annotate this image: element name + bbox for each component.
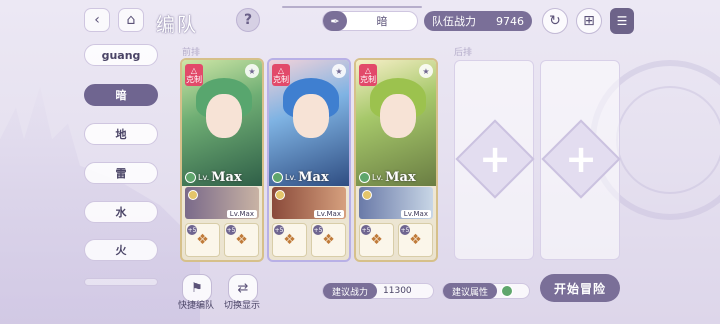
element-item-dark[interactable]: 暗	[84, 84, 158, 106]
element-item-fire[interactable]: 火	[84, 239, 158, 261]
recommended-power: 建议战力 11300	[322, 283, 434, 299]
counter-tag: △ 克制	[272, 64, 290, 86]
counter-tag: △ 克制	[359, 64, 377, 86]
element-item-thunder[interactable]: 雷	[84, 162, 158, 184]
element-item-earth[interactable]: 地	[84, 123, 158, 145]
element-item-guang[interactable]: guang	[84, 44, 158, 66]
memory-card[interactable]: Lv.Max	[272, 187, 346, 219]
chip-slot[interactable]: +5 ❖	[185, 223, 220, 257]
character-card[interactable]: △ 克制 ★ Lv. Max Lv.Max +5 ❖ +5 ❖	[180, 58, 264, 262]
back-arrow-icon: ‹	[94, 12, 100, 28]
chip-slot[interactable]: +5 ❖	[311, 223, 346, 257]
back-row-label: 后排	[454, 48, 473, 58]
front-row-label: 前排	[182, 48, 201, 58]
memory-badge-icon	[275, 190, 285, 200]
team-power-value: 9746	[496, 14, 524, 28]
counter-icon: △	[277, 66, 285, 75]
feather-icon: ✒	[323, 11, 347, 31]
chip-slots: +5 ❖ +5 ❖	[272, 223, 346, 257]
empty-slot[interactable]: +	[454, 60, 535, 260]
add-icon: +	[479, 137, 511, 181]
rank-icon: ★	[419, 64, 433, 78]
clipboard-icon: ☰	[616, 14, 628, 28]
element-label: 暗	[376, 15, 388, 28]
memory-card[interactable]: Lv.Max	[185, 187, 259, 219]
refresh-button[interactable]: ↻	[542, 8, 568, 34]
earth-attribute-icon	[501, 285, 514, 297]
memory-badge-icon	[188, 190, 198, 200]
chip-slot[interactable]: +5 ❖	[224, 223, 259, 257]
home-button[interactable]: ⌂	[118, 8, 144, 32]
add-document-icon: ⊞	[583, 13, 595, 29]
counter-tag: △ 克制	[185, 64, 203, 86]
memory-badge-icon	[362, 190, 372, 200]
team-power: 队伍战力 9746	[424, 11, 532, 31]
level-row: Lv. Max	[185, 170, 242, 185]
character-card[interactable]: △ 克制 ★ Lv. Max Lv.Max +5 ❖ +5 ❖	[354, 58, 438, 262]
level-row: Lv. Max	[359, 170, 416, 185]
start-adventure-button[interactable]: 开始冒险	[540, 274, 620, 302]
top-divider	[282, 6, 422, 8]
recommended-attribute: 建议属性	[442, 283, 530, 299]
attribute-icon	[359, 172, 370, 183]
chip-icon: ❖	[409, 232, 422, 248]
attribute-icon	[272, 172, 283, 183]
element-filter[interactable]: ✒ 暗	[322, 11, 418, 31]
counter-icon: △	[364, 66, 372, 75]
level-row: Lv. Max	[272, 170, 329, 185]
help-button[interactable]: ?	[236, 8, 260, 32]
rank-icon: ★	[245, 64, 259, 78]
add-team-button[interactable]: ⊞	[576, 8, 602, 34]
switch-display-label: 切换显示	[224, 301, 261, 311]
chip-slots: +5 ❖ +5 ❖	[359, 223, 433, 257]
chip-icon: ❖	[370, 232, 383, 248]
counter-icon: △	[190, 66, 198, 75]
attribute-icon	[185, 172, 196, 183]
back-button[interactable]: ‹	[84, 8, 110, 32]
team-power-label: 队伍战力	[432, 15, 476, 28]
memory-card[interactable]: Lv.Max	[359, 187, 433, 219]
bookmark-icon: ⚑	[191, 280, 203, 296]
rank-icon: ★	[332, 64, 346, 78]
element-item-water[interactable]: 水	[84, 201, 158, 223]
page-title: 编队	[156, 14, 199, 36]
chip-slot[interactable]: +5 ❖	[359, 223, 394, 257]
add-icon: +	[565, 137, 597, 181]
refresh-icon: ↻	[549, 13, 561, 29]
clipboard-button[interactable]: ☰	[610, 8, 634, 34]
chip-icon: ❖	[322, 232, 335, 248]
chip-icon: ❖	[196, 232, 209, 248]
quick-team-label: 快捷编队	[178, 301, 215, 311]
chip-slots: +5 ❖ +5 ❖	[185, 223, 259, 257]
element-item-more[interactable]	[84, 278, 158, 286]
chip-icon: ❖	[283, 232, 296, 248]
swap-icon: ⇄	[237, 280, 249, 296]
home-icon: ⌂	[126, 12, 136, 28]
chip-slot[interactable]: +5 ❖	[398, 223, 433, 257]
empty-slot[interactable]: +	[540, 60, 621, 260]
chip-slot[interactable]: +5 ❖	[272, 223, 307, 257]
chip-icon: ❖	[235, 232, 248, 248]
character-card[interactable]: △ 克制 ★ Lv. Max Lv.Max +5 ❖ +5 ❖	[267, 58, 351, 262]
